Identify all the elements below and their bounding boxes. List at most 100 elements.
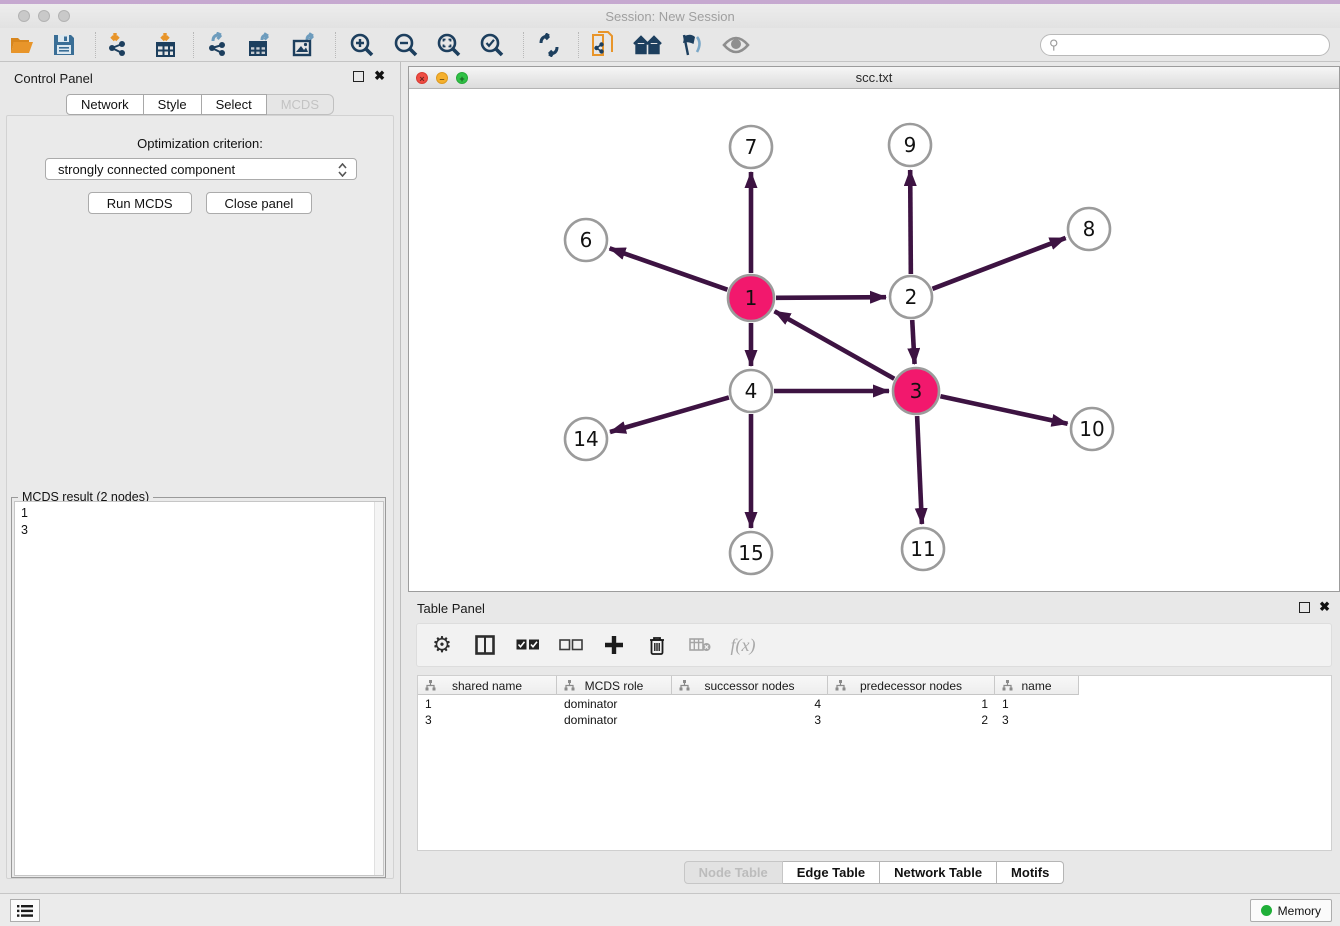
graph-node-15[interactable]: 15 [730,532,772,574]
table-row[interactable]: 3dominator323 [418,712,1079,728]
criterion-select[interactable]: strongly connected component [45,158,357,180]
table-tab-edge-table[interactable]: Edge Table [783,861,880,884]
graph-edge-3-10[interactable] [940,396,1067,423]
deselect-all-checkboxes-icon[interactable] [558,632,584,658]
table-cell[interactable]: 1 [828,696,995,712]
table-tab-node-table[interactable]: Node Table [684,861,783,884]
close-panel-button[interactable]: Close panel [206,192,313,214]
toolbar-separator [335,32,336,58]
svg-text:10: 10 [1079,417,1104,441]
criterion-value: strongly connected component [58,162,235,177]
save-session-icon[interactable] [48,31,80,59]
control-panel: Control Panel ✖ NetworkStyleSelectMCDS O… [0,62,401,893]
table-tab-motifs[interactable]: Motifs [997,861,1064,884]
node-table[interactable]: shared nameMCDS rolesuccessor nodesprede… [417,675,1332,851]
table-cell[interactable]: 3 [418,712,557,728]
control-tab-style[interactable]: Style [144,94,202,115]
birdseye-view-icon[interactable] [720,31,752,59]
export-image-icon[interactable] [289,31,321,59]
add-column-icon[interactable] [601,632,627,658]
clone-network-icon[interactable] [588,31,620,59]
column-header-successor-nodes[interactable]: successor nodes [672,676,828,695]
toolbar-separator [523,32,524,58]
float-panel-icon[interactable] [353,71,364,82]
table-tab-network-table[interactable]: Network Table [880,861,997,884]
table-close-icon[interactable]: ✖ [1319,599,1330,615]
table-cell[interactable]: 2 [828,712,995,728]
run-mcds-button[interactable]: Run MCDS [88,192,192,214]
graph-edge-1-2[interactable] [776,297,886,298]
control-tab-select[interactable]: Select [202,94,267,115]
table-cell[interactable]: 3 [672,712,828,728]
control-tab-network[interactable]: Network [66,94,144,115]
import-network-icon[interactable] [102,31,134,59]
task-history-button[interactable] [10,899,40,922]
search-icon: ⚲ [1049,37,1059,53]
window-title: Session: New Session [0,9,1340,24]
table-float-icon[interactable] [1299,602,1310,613]
table-cell[interactable]: 4 [672,696,828,712]
table-cell[interactable]: dominator [557,696,672,712]
optimization-criterion-label: Optimization criterion: [7,136,393,151]
graph-edge-3-1[interactable] [775,311,895,378]
graph-node-8[interactable]: 8 [1068,208,1110,250]
graph-node-9[interactable]: 9 [889,124,931,166]
graph-node-6[interactable]: 6 [565,219,607,261]
table-cell[interactable]: 3 [995,712,1079,728]
hide-graphics-details-icon[interactable] [675,31,707,59]
apply-layout-icon[interactable] [533,31,565,59]
export-network-icon[interactable] [202,31,234,59]
zoom-in-icon[interactable] [346,31,378,59]
select-all-checkboxes-icon[interactable] [515,632,541,658]
table-row[interactable]: 1dominator411 [418,696,1079,712]
search-field[interactable]: ⚲ [1040,34,1330,56]
split-panel-icon[interactable] [472,632,498,658]
import-table-icon[interactable] [149,31,181,59]
graph-node-10[interactable]: 10 [1071,408,1113,450]
graph-node-14[interactable]: 14 [565,418,607,460]
delete-column-icon[interactable] [644,632,670,658]
zoom-out-icon[interactable] [390,31,422,59]
graph-edge-4-14[interactable] [610,397,729,432]
titlebar: Session: New Session [0,4,1340,28]
graph-edge-2-3[interactable] [912,320,914,364]
graph-node-7[interactable]: 7 [730,126,772,168]
export-table-icon[interactable] [245,31,277,59]
table-cell[interactable]: 1 [418,696,557,712]
svg-text:6: 6 [580,228,593,252]
open-session-icon[interactable] [6,31,38,59]
graph-node-1[interactable]: 1 [728,275,774,321]
zoom-selected-icon[interactable] [476,31,508,59]
network-graph[interactable]: 7 9 6 8 1 2 4 3 14 10 15 11 [409,89,1339,591]
table-cell[interactable]: dominator [557,712,672,728]
graph-edge-1-6[interactable] [610,248,728,289]
column-header-MCDS-role[interactable]: MCDS role [557,676,672,695]
column-header-shared-name[interactable]: shared name [418,676,557,695]
result-scrollbar[interactable] [374,502,383,875]
column-settings-icon[interactable]: ⚙ [429,632,455,658]
memory-button[interactable]: Memory [1250,899,1332,922]
mcds-result-text: 1 3 [15,502,383,542]
mcds-panel: Optimization criterion: strongly connect… [6,115,394,879]
network-window-titlebar[interactable]: × – + scc.txt [409,67,1339,89]
table-cell[interactable]: 1 [995,696,1079,712]
column-header-name[interactable]: name [995,676,1079,695]
delete-table-icon [687,632,713,658]
graph-node-2[interactable]: 2 [890,276,932,318]
graph-node-4[interactable]: 4 [730,370,772,412]
zoom-fit-icon[interactable] [433,31,465,59]
mcds-result-area[interactable]: 1 3 [14,501,384,876]
search-input[interactable] [1059,36,1329,54]
graph-edge-2-8[interactable] [932,238,1065,289]
show-panels-home-icon[interactable] [632,31,664,59]
close-panel-icon[interactable]: ✖ [374,68,385,84]
svg-text:11: 11 [910,537,935,561]
graph-node-3[interactable]: 3 [893,368,939,414]
column-header-predecessor-nodes[interactable]: predecessor nodes [828,676,995,695]
table-panel-title: Table Panel [417,601,485,616]
graph-edge-3-11[interactable] [917,416,922,524]
control-tab-mcds[interactable]: MCDS [267,94,334,115]
network-canvas[interactable]: 7 9 6 8 1 2 4 3 14 10 15 11 [409,89,1339,591]
graph-edge-2-9[interactable] [910,170,911,274]
graph-node-11[interactable]: 11 [902,528,944,570]
